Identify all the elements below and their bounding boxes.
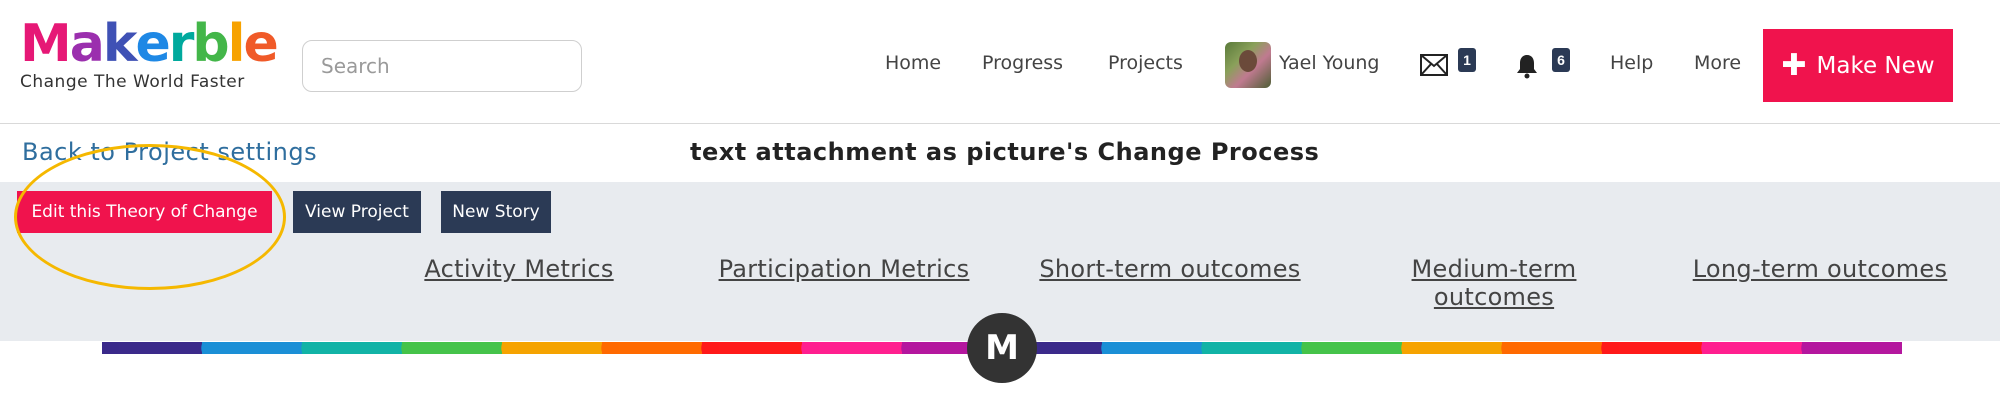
bell-icon[interactable] — [1515, 53, 1539, 79]
user-avatar[interactable] — [1225, 42, 1271, 88]
new-story-button[interactable]: New Story — [441, 191, 551, 233]
nav-home[interactable]: Home — [885, 52, 941, 74]
logo-letter: M — [20, 14, 72, 74]
logo-wordmark: Makerble — [20, 14, 279, 74]
bar-node — [1701, 342, 1719, 354]
view-project-button[interactable]: View Project — [293, 191, 421, 233]
column-activity-metrics[interactable]: Activity Metrics — [418, 255, 620, 283]
nav-help[interactable]: Help — [1610, 52, 1653, 74]
bar-node — [301, 342, 319, 354]
top-header: Makerble Change The World Faster Home Pr… — [0, 0, 2000, 124]
bar-node — [102, 342, 119, 354]
column-medium-term-outcomes[interactable]: Medium-term outcomes — [1394, 255, 1594, 311]
logo-letter: e — [243, 14, 278, 74]
bar-node — [1601, 342, 1619, 354]
bar-node — [801, 342, 819, 354]
bar-node — [601, 342, 619, 354]
logo-letter: a — [69, 14, 105, 74]
nav-more[interactable]: More — [1694, 52, 1741, 74]
bar-node — [701, 342, 719, 354]
logo-letter: r — [168, 14, 195, 74]
bar-node — [501, 342, 519, 354]
logo-letter: l — [227, 14, 246, 74]
page-title: text attachment as picture's Change Proc… — [690, 138, 1320, 166]
mail-icon[interactable] — [1420, 54, 1448, 76]
messages-badge: 1 — [1458, 48, 1476, 72]
column-medium-term-line2: outcomes — [1433, 283, 1555, 311]
logo-tagline: Change The World Faster — [20, 72, 245, 92]
logo-letter: b — [192, 14, 229, 74]
bar-node — [1301, 342, 1319, 354]
column-short-term-outcomes[interactable]: Short-term outcomes — [1028, 255, 1312, 283]
bar-node — [1801, 342, 1819, 354]
search-input[interactable] — [302, 40, 582, 92]
notifications-badge: 6 — [1552, 48, 1570, 72]
column-medium-term-line1: Medium-term — [1411, 255, 1577, 283]
back-to-project-settings-link[interactable]: Back to Project settings — [22, 138, 317, 166]
logo-letter: k — [102, 14, 138, 74]
bar-node — [1501, 342, 1519, 354]
make-new-label: Make New — [1816, 52, 1935, 79]
plus-icon: ✚ — [1781, 47, 1807, 83]
nav-progress[interactable]: Progress — [982, 52, 1063, 74]
bar-node — [401, 342, 419, 354]
nav-user-name[interactable]: Yael Young — [1279, 52, 1380, 74]
nav-projects[interactable]: Projects — [1108, 52, 1183, 74]
bar-node — [1101, 342, 1119, 354]
bar-node — [1201, 342, 1219, 354]
bar-node — [201, 342, 219, 354]
column-participation-metrics[interactable]: Participation Metrics — [708, 255, 980, 283]
center-marker[interactable]: M — [967, 313, 1037, 383]
bar-node — [1401, 342, 1419, 354]
column-long-term-outcomes[interactable]: Long-term outcomes — [1680, 255, 1960, 283]
make-new-button[interactable]: ✚ Make New — [1763, 29, 1953, 102]
makerble-logo[interactable]: Makerble Change The World Faster — [20, 14, 279, 92]
bar-node — [901, 342, 919, 354]
logo-letter: e — [135, 14, 170, 74]
edit-theory-of-change-button[interactable]: Edit this Theory of Change — [17, 191, 272, 233]
